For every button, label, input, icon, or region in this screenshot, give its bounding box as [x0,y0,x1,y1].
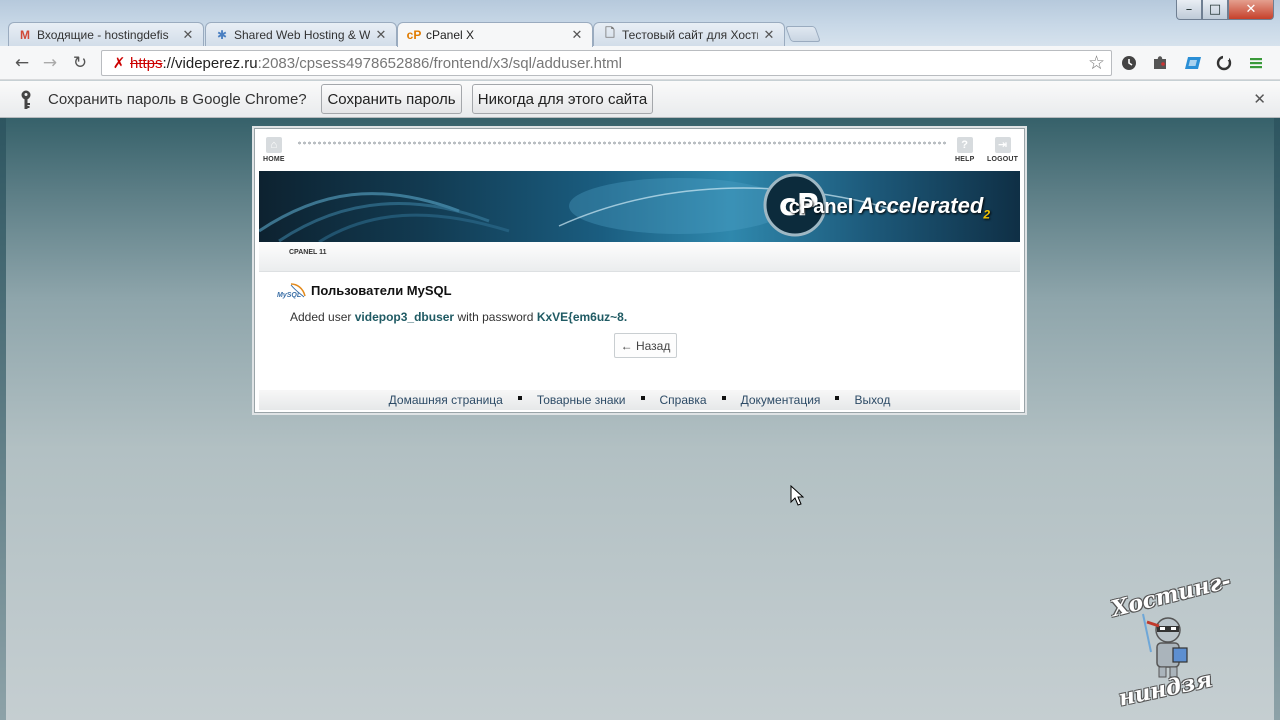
save-password-infobar: Сохранить пароль в Google Chrome? Сохран… [0,81,1280,118]
result-username: videpop3_dbuser [354,310,455,324]
mouse-cursor-icon [790,484,805,512]
footer-link-docs[interactable]: Документация [741,393,821,407]
result-suffix: . [623,310,628,324]
cpanel-icon: cP [406,28,422,42]
result-message: Added user videpop3_dbuser with password… [290,310,627,324]
footer-separator [835,396,840,400]
never-for-site-button[interactable]: Никогда для этого сайта [472,84,653,114]
cpanel-version-label: CPANEL 11 [289,249,327,256]
tab-hosting[interactable]: ✱ Shared Web Hosting & W ✕ [205,22,397,46]
footer-separator [721,396,726,400]
cpanel-content: MySQL Пользователи MySQL Added user vide… [259,272,1020,390]
insecure-lock-icon[interactable]: ✗ [108,54,130,72]
page-icon: 🗋 [605,26,615,40]
infobar-close-icon[interactable]: ✕ [1253,90,1266,108]
history-extension-icon[interactable] [1119,54,1139,72]
help-icon: ? [956,137,973,153]
banner-brand: cPanel Accelerated2 [789,193,990,221]
footer-link-trademarks[interactable]: Товарные знаки [537,393,626,407]
window-titlebar: – □ ✕ M Входящие - hostingdefis ✕ ✱ Shar… [0,0,1280,47]
help-nav-link[interactable]: ? HELP [955,137,974,163]
brand-cpanel: cPanel [788,196,854,218]
tab-title: cPanel X [426,28,475,42]
window-controls: – □ ✕ [1176,0,1274,20]
back-button[interactable]: ← Назад [614,333,677,358]
key-icon [18,90,34,110]
tab-title: Входящие - hostingdefis [37,27,169,42]
nav-dotted-rule [297,141,947,145]
footer-link-help[interactable]: Справка [660,393,707,407]
chrome-menu-icon[interactable] [1246,54,1266,72]
minimize-button[interactable]: – [1176,0,1202,20]
tab-gmail[interactable]: M Входящие - hostingdefis ✕ [8,22,204,46]
infobar-message: Сохранить пароль в Google Chrome? [48,91,307,108]
reload-icon[interactable]: ↻ [68,52,92,74]
logout-label: LOGOUT [987,156,1019,163]
tab-title: Тестовый сайт для Хости [622,27,758,42]
footer-separator [640,396,645,400]
close-window-button[interactable]: ✕ [1228,0,1274,20]
brand-number: 2 [983,207,990,222]
footer-separator [517,396,522,400]
result-middle: with password [457,310,534,324]
footer-link-logout[interactable]: Выход [854,393,890,407]
watermark-logo: Хостинг- ниндзя [1108,568,1234,712]
forward-arrow-icon[interactable]: → [38,52,62,74]
mysql-logo-text: MySQL [277,292,302,299]
hosting-icon: ✱ [216,27,228,42]
tab-close-icon[interactable]: ✕ [570,27,584,43]
mysql-icon: MySQL [277,282,307,302]
window-border-right [1274,118,1280,720]
tab-close-icon[interactable]: ✕ [374,27,388,43]
help-label: HELP [955,156,975,163]
gmail-icon: M [20,27,30,42]
puzzle-extension-icon[interactable] [1150,54,1170,72]
tab-cpanel[interactable]: cP cPanel X ✕ [397,22,593,47]
browser-toolbar: ← → ↻ ✗ https://videperez.ru:2083/cpsess… [0,46,1280,80]
save-password-button[interactable]: Сохранить пароль [321,84,462,114]
page-viewport: ⌂ HOME ? HELP ⇥ LOGOUT cP cPanel Acceler… [0,118,1280,720]
url-path: :2083/cpsess4978652886/frontend/x3/sql/a… [257,54,623,72]
bookmark-star-icon[interactable]: ☆ [1088,52,1105,75]
result-prefix: Added user [290,310,352,324]
cpanel-footer: Домашняя страница Товарные знаки Справка… [259,390,1020,410]
logout-icon: ⇥ [994,137,1011,153]
maximize-button[interactable]: □ [1202,0,1228,20]
cpanel-top-nav: ⌂ HOME ? HELP ⇥ LOGOUT [257,131,1022,169]
cpanel-banner: cP cPanel Accelerated2 [259,171,1020,242]
result-password: KxVE{em6uz~8 [536,310,624,324]
url-host: ://videperez.ru [162,54,258,72]
new-tab-button[interactable] [785,26,821,42]
window-border-left [0,118,6,720]
home-label: HOME [263,156,285,163]
footer-link-home[interactable]: Домашняя страница [389,393,503,407]
screenshot-extension-icon[interactable] [1183,54,1203,72]
tab-close-icon[interactable]: ✕ [762,27,776,43]
address-bar[interactable]: ✗ https://videperez.ru:2083/cpsess497865… [101,50,1112,76]
logout-nav-link[interactable]: ⇥ LOGOUT [987,137,1018,163]
tab-title: Shared Web Hosting & W [234,27,370,42]
brand-accelerated: Accelerated [858,193,984,218]
tab-test-site[interactable]: 🗋 Тестовый сайт для Хости ✕ [593,22,785,46]
home-nav-link[interactable]: ⌂ HOME [263,137,285,163]
url-scheme: https [130,54,163,72]
home-icon: ⌂ [265,137,282,153]
tab-close-icon[interactable]: ✕ [181,27,195,43]
back-arrow-icon[interactable]: ← [10,52,34,74]
cpanel-frame: ⌂ HOME ? HELP ⇥ LOGOUT cP cPanel Acceler… [254,128,1025,413]
sync-extension-icon[interactable] [1214,54,1234,72]
page-title: Пользователи MySQL [311,283,452,298]
cpanel-subtab-bar: CPANEL 11 [259,242,1020,272]
